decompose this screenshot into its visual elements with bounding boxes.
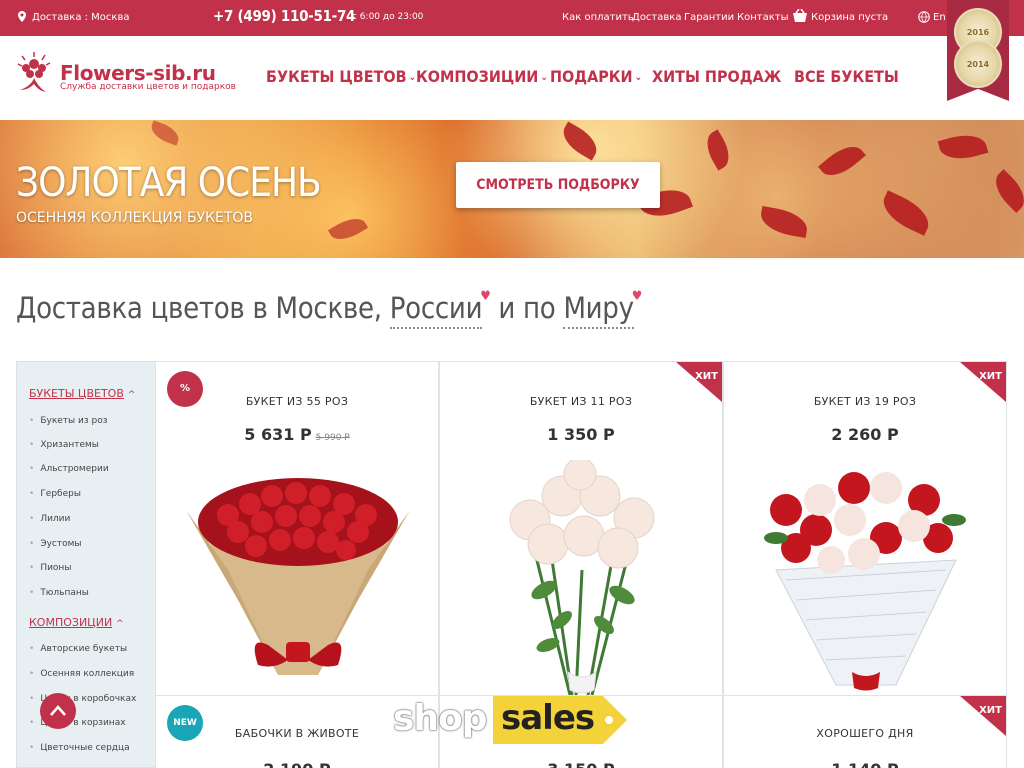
product-price: 2 260 Р: [831, 425, 899, 444]
old-price: 5 990 Р: [315, 433, 350, 443]
language-switch[interactable]: En: [933, 12, 946, 23]
sidebar-item-gerberas[interactable]: • Герберы: [29, 489, 81, 499]
top-bar: Доставка : Москва +7 (499) 110-51-74 с 6…: [0, 0, 1024, 36]
nav-gifts[interactable]: ПОДАРКИ ⌄: [550, 67, 642, 86]
chevron-down-icon: ⌄: [634, 72, 643, 83]
award-medal-icon: 2014: [954, 40, 1002, 88]
view-collection-button[interactable]: СМОТРЕТЬ ПОДБОРКУ: [456, 162, 660, 208]
basket-icon[interactable]: [792, 9, 808, 23]
chevron-up-icon: [50, 705, 66, 716]
product-price: 5 631 Р5 990 Р: [244, 425, 350, 444]
how-to-pay-link[interactable]: Как оплатить: [562, 12, 634, 23]
banner-title: ЗОЛОТАЯ ОСЕНЬ: [16, 160, 322, 206]
product-card[interactable]: ХИТ БУКЕТ ИЗ 11 РОЗ 1 350 Р: [439, 362, 723, 695]
location-pin-icon: [18, 11, 26, 22]
world-link[interactable]: Миру: [563, 291, 634, 329]
bouquet-11-roses-image[interactable]: [452, 460, 712, 695]
product-card[interactable]: ХИТ БУКЕТ ИЗ 19 РОЗ 2 260 Р: [723, 362, 1007, 695]
product-card[interactable]: ХИТ ХОРОШЕГО ДНЯ 1 140 Р: [723, 695, 1007, 768]
sidebar-item-tulips[interactable]: • Тюльпаны: [29, 588, 89, 598]
sidebar-item-eustomas[interactable]: • Эустомы: [29, 539, 82, 549]
delivery-city-link[interactable]: Доставка : Москва: [32, 12, 129, 23]
sidebar-item-lilies[interactable]: • Лилии: [29, 514, 70, 524]
product-name[interactable]: БУКЕТ ИЗ 19 РОЗ: [724, 395, 1006, 408]
category-sidebar: БУКЕТЫ ЦВЕТОВ ^ • Букеты из роз • Хризантем…: [16, 361, 155, 768]
product-price: 3 150 Р: [440, 760, 722, 768]
price-tag-icon: sales: [493, 696, 627, 744]
nav-all-bouquets[interactable]: ВСЕ БУКЕТЫ: [794, 67, 899, 86]
russia-link[interactable]: России: [389, 291, 483, 329]
page-headline: Доставка цветов в Москве, России♥ и по М…: [16, 289, 642, 329]
bouquet-19-roses-image[interactable]: [736, 460, 996, 695]
nav-bestsellers[interactable]: ХИТЫ ПРОДАЖ: [652, 67, 781, 86]
guarantees-link[interactable]: Гарантии: [684, 12, 734, 23]
chevron-down-icon: ⌄: [540, 72, 548, 83]
cart-link[interactable]: Корзина пуста: [811, 12, 888, 23]
product-price: 1 350 Р: [547, 425, 615, 444]
product-name[interactable]: БУКЕТ ИЗ 55 РОЗ: [156, 395, 438, 408]
scroll-to-top-button[interactable]: [40, 693, 76, 729]
sidebar-item-chrysanthemums[interactable]: • Хризантемы: [29, 440, 99, 450]
sidebar-category-compositions[interactable]: КОМПОЗИЦИИ ^: [29, 616, 124, 629]
promo-banner[interactable]: ЗОЛОТАЯ ОСЕНЬ ОСЕННЯЯ КОЛЛЕКЦИЯ БУКЕТОВ …: [0, 120, 1024, 258]
phone-number-link[interactable]: +7 (499) 110-51-74: [213, 7, 355, 25]
nav-compositions[interactable]: КОМПОЗИЦИИ ⌄: [416, 67, 548, 86]
bouquet-55-roses-image[interactable]: [168, 460, 428, 695]
sidebar-item-flower-hearts[interactable]: • Цветочные сердца: [29, 743, 130, 753]
sidebar-item-alstroemerias[interactable]: • Альстромерии: [29, 464, 109, 474]
product-name[interactable]: ХОРОШЕГО ДНЯ: [724, 727, 1006, 740]
work-hours: с 6:00 до 23:00: [352, 12, 424, 22]
product-price: 2 190 Р: [156, 760, 438, 768]
product-name[interactable]: БУКЕТ ИЗ 11 РОЗ: [440, 395, 722, 408]
sidebar-item-author-bouquets[interactable]: • Авторские букеты: [29, 644, 127, 654]
sidebar-item-roses[interactable]: • Букеты из роз: [29, 416, 108, 426]
product-price: 1 140 Р: [724, 760, 1006, 768]
delivery-link[interactable]: Доставка: [632, 12, 681, 23]
sidebar-item-autumn-collection[interactable]: • Осенняя коллекция: [29, 669, 134, 679]
globe-icon[interactable]: [918, 11, 930, 23]
logo-tagline: Служба доставки цветов и подарков: [60, 82, 236, 92]
banner-subtitle: ОСЕННЯЯ КОЛЛЕКЦИЯ БУКЕТОВ: [16, 210, 254, 226]
nav-bouquets[interactable]: БУКЕТЫ ЦВЕТОВ ⌄: [266, 67, 416, 86]
contacts-link[interactable]: Контакты: [737, 12, 788, 23]
chevron-up-icon: ^: [116, 619, 124, 629]
sidebar-category-bouquets[interactable]: БУКЕТЫ ЦВЕТОВ ^: [29, 387, 135, 400]
shopsales-watermark: shop sales: [393, 694, 633, 748]
product-card[interactable]: % БУКЕТ ИЗ 55 РОЗ 5 631 Р5 990 Р: [155, 362, 439, 695]
sidebar-item-peonies[interactable]: • Пионы: [29, 563, 71, 573]
chevron-up-icon: ^: [127, 390, 136, 400]
awards-ribbon: 2016 2014: [947, 0, 1009, 101]
logo-flower-icon[interactable]: [14, 50, 56, 94]
